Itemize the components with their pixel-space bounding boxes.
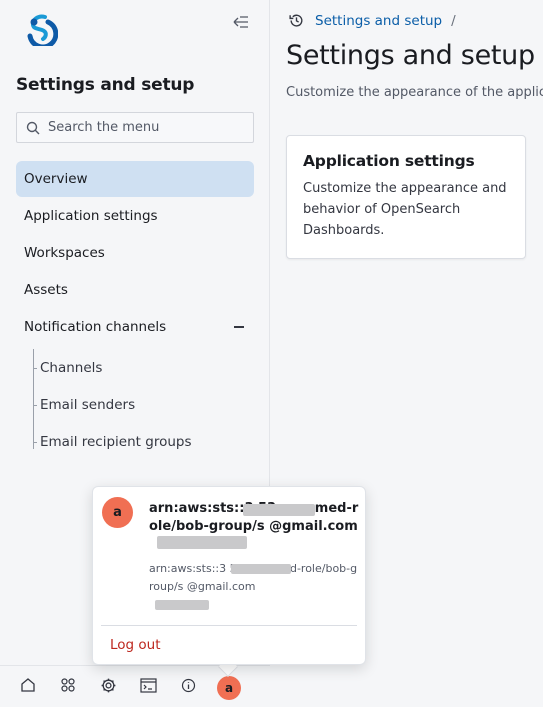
redaction-block bbox=[231, 564, 291, 574]
sidebar-item-workspaces[interactable]: Workspaces bbox=[16, 235, 254, 271]
sidebar-item-label: Overview bbox=[24, 171, 88, 187]
console-icon[interactable] bbox=[138, 675, 158, 695]
apps-icon[interactable] bbox=[58, 675, 78, 695]
history-icon[interactable] bbox=[288, 12, 305, 29]
home-icon[interactable] bbox=[18, 675, 38, 695]
breadcrumb: Settings and setup / bbox=[288, 12, 456, 29]
sidebar-item-overview[interactable]: Overview bbox=[16, 161, 254, 197]
search-box[interactable] bbox=[16, 112, 254, 143]
page-description: Customize the appearance of the applic bbox=[286, 85, 543, 100]
collapse-sidebar-icon[interactable] bbox=[231, 13, 251, 31]
sidebar-item-label: Assets bbox=[24, 282, 68, 298]
sidebar-item-label: Application settings bbox=[24, 208, 158, 224]
redaction-block bbox=[157, 536, 247, 549]
tree-tick bbox=[33, 405, 37, 406]
page-title: Settings and setup o bbox=[286, 40, 543, 71]
breadcrumb-separator: / bbox=[451, 12, 456, 29]
sidebar-title: Settings and setup bbox=[16, 75, 195, 95]
sidebar-subitem-email-senders[interactable]: Email senders bbox=[40, 397, 135, 413]
tree-tick bbox=[33, 368, 37, 369]
sidebar-item-label: Workspaces bbox=[24, 245, 105, 261]
gear-icon[interactable] bbox=[98, 675, 118, 695]
opensearch-logo-icon[interactable] bbox=[24, 12, 59, 50]
sidebar-subitem-channels[interactable]: Channels bbox=[40, 360, 102, 376]
user-avatar: a bbox=[102, 497, 133, 528]
user-menu-popover: a arn:aws:sts::3 53:assumed-role/bob-gro… bbox=[92, 486, 366, 665]
application-settings-card[interactable]: Application settings Customize the appea… bbox=[286, 135, 526, 259]
sidebar-item-application-settings[interactable]: Application settings bbox=[16, 198, 254, 234]
logout-link[interactable]: Log out bbox=[110, 637, 161, 653]
sidebar-item-notification-channels[interactable]: Notification channels bbox=[16, 309, 254, 345]
card-title: Application settings bbox=[303, 152, 475, 170]
sidebar-item-assets[interactable]: Assets bbox=[16, 272, 254, 308]
user-avatar-button[interactable]: a bbox=[217, 676, 241, 700]
search-input[interactable] bbox=[48, 120, 238, 135]
tree-line bbox=[33, 349, 34, 449]
breadcrumb-link[interactable]: Settings and setup bbox=[315, 13, 442, 29]
search-icon bbox=[26, 121, 40, 134]
redaction-block bbox=[243, 504, 315, 516]
redaction-block bbox=[155, 600, 209, 610]
sidebar-subitem-email-recipient-groups[interactable]: Email recipient groups bbox=[40, 434, 192, 450]
divider bbox=[101, 625, 357, 626]
info-icon[interactable] bbox=[178, 675, 198, 695]
tree-tick bbox=[33, 442, 37, 443]
sidebar-item-label: Notification channels bbox=[24, 319, 167, 335]
collapse-minus-icon[interactable] bbox=[234, 326, 244, 328]
card-description: Customize the appearance and behavior of… bbox=[303, 181, 507, 238]
